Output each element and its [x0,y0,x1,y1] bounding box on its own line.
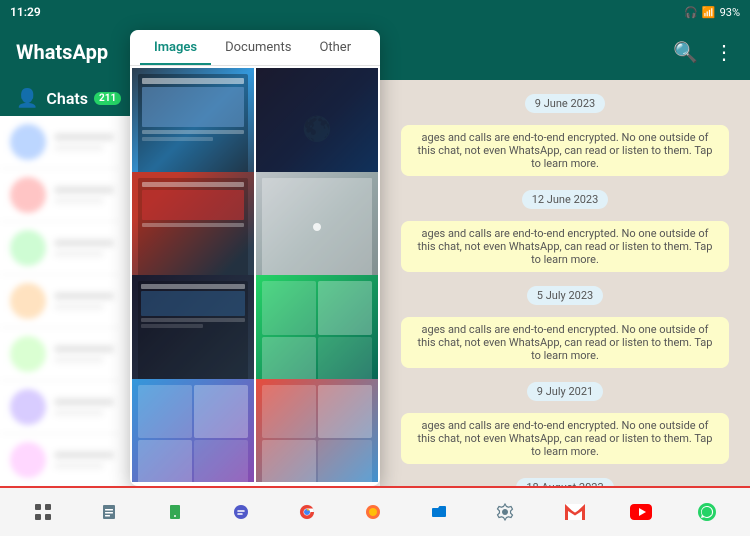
status-time: 11:29 [10,5,41,19]
files-icon[interactable] [76,488,142,536]
tab-images[interactable]: Images [140,30,211,65]
media-thumbnail[interactable] [132,379,254,483]
search-header-icon[interactable]: 🔍 [673,40,698,64]
folder-icon[interactable] [406,488,472,536]
avatar-icon: 👤 [16,88,38,109]
tab-documents[interactable]: Documents [211,30,305,65]
chat-messages: 9 June 2023 ages and calls are end-to-en… [380,80,750,486]
sidebar-chat-list [0,116,120,486]
chats-label[interactable]: Chats [46,89,88,108]
more-header-icon[interactable]: ⋮ [714,40,734,64]
media-grid: 🌑 [130,66,380,482]
wifi-icon: 📶 [702,6,716,19]
header-icons: 🔍 ⋮ [673,40,734,64]
youtube-icon[interactable] [608,488,674,536]
bluetooth-icon: 🎧 [684,6,698,19]
status-bar: 11:29 🎧 📶 93% [0,0,750,24]
sidebar-blur-overlay [0,116,120,486]
tab-other[interactable]: Other [305,30,365,65]
date-divider: 9 July 2021 [392,380,738,401]
date-badge: 18 August 2023 [516,478,613,486]
date-divider: 18 August 2023 [392,476,738,486]
system-message: ages and calls are end-to-end encrypted.… [401,317,730,368]
date-divider: 5 July 2023 [392,284,738,305]
date-badge: 9 June 2023 [525,94,605,113]
chat-area: ol@Beebom 📹 📞 ⋮ 9 June 2023 ages and cal… [380,24,750,486]
firefox-icon[interactable] [340,488,406,536]
date-divider: 9 June 2023 [392,92,738,113]
settings-nav-icon[interactable] [472,488,538,536]
date-badge: 5 July 2023 [527,286,603,305]
whatsapp-nav-icon[interactable] [674,488,740,536]
chats-badge: 211 [94,92,121,105]
launcher-icon[interactable] [10,488,76,536]
media-panel: Images Documents Other 🌑 [130,30,380,486]
date-divider: 12 June 2023 [392,188,738,209]
system-message: ages and calls are end-to-end encrypted.… [401,221,730,272]
gmail-icon[interactable] [542,488,608,536]
status-icons: 🎧 📶 93% [684,6,740,19]
media-tabs: Images Documents Other [130,30,380,66]
bottom-nav-bar [0,486,750,536]
date-badge: 9 July 2021 [527,382,603,401]
teams-icon[interactable] [208,488,274,536]
date-badge: 12 June 2023 [522,190,609,209]
system-message: ages and calls are end-to-end encrypted.… [401,413,730,464]
chrome-icon[interactable] [274,488,340,536]
battery-icon: 93% [720,6,740,19]
phone-nav-icon[interactable] [142,488,208,536]
media-thumbnail[interactable]: 0:55 [256,379,378,483]
chats-row: 👤 Chats 211 [0,80,120,116]
system-message: ages and calls are end-to-end encrypted.… [401,125,730,176]
